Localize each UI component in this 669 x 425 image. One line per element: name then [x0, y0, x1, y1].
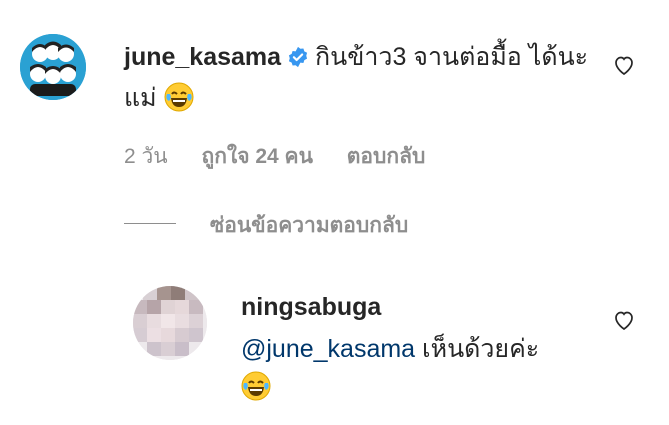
comment-body: june_kasama กินข้าว3 จานต่อมื้อ ได้นะแม่ — [124, 38, 594, 117]
like-heart-icon[interactable] — [612, 53, 636, 82]
reply-button[interactable]: ตอบกลับ — [347, 145, 426, 168]
comment-time[interactable]: 2 วัน — [124, 145, 168, 168]
laughing-tears-emoji-icon — [241, 371, 271, 401]
laughing-tears-emoji-icon — [164, 82, 194, 112]
hide-replies-button[interactable]: ซ่อนข้อความตอบกลับ — [210, 209, 408, 242]
reply-text: เห็นด้วยค่ะ — [422, 335, 540, 363]
reply-like-heart-icon[interactable] — [612, 308, 636, 337]
avatar-group-illustration — [20, 34, 86, 100]
replies-divider — [124, 223, 176, 224]
reply-avatar[interactable] — [133, 286, 207, 360]
pixelated-avatar-image — [133, 286, 207, 360]
reply-username[interactable]: ningsabuga — [241, 293, 381, 322]
reply-mention-link[interactable]: @june_kasama — [241, 335, 415, 363]
comment-likes[interactable]: ถูกใจ 24 คน — [202, 145, 313, 168]
avatar[interactable] — [20, 34, 86, 100]
comment-username[interactable]: june_kasama — [124, 43, 281, 71]
comment-meta: 2 วัน ถูกใจ 24 คน ตอบกลับ — [124, 140, 453, 173]
reply-body: @june_kasama เห็นด้วยค่ะ — [241, 330, 601, 406]
verified-badge-icon — [287, 41, 309, 79]
